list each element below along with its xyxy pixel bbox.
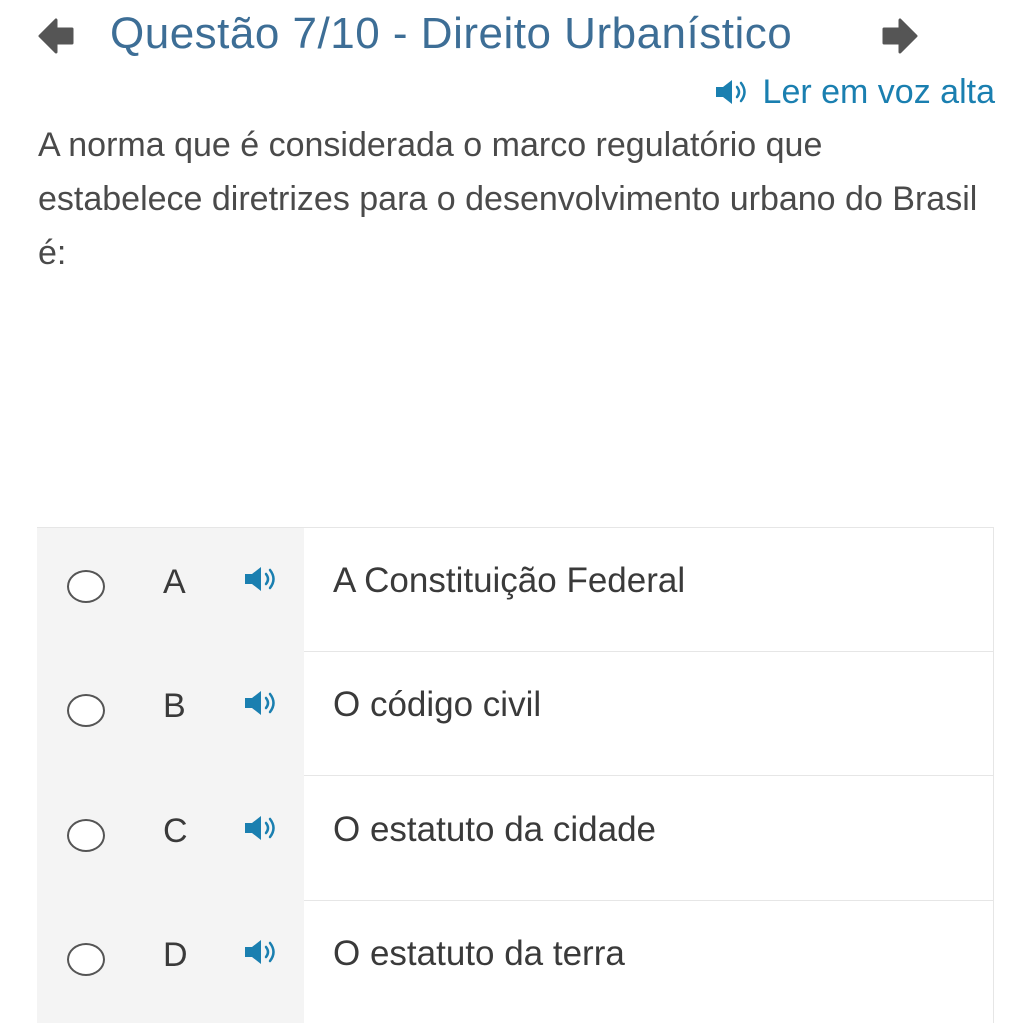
option-letter: C — [163, 812, 188, 850]
question-text: A norma que é considerada o marco regula… — [38, 126, 978, 272]
option-letter: B — [163, 687, 186, 725]
option-b[interactable]: B O código civil — [37, 652, 993, 776]
previous-question-button[interactable] — [36, 14, 76, 58]
arrow-right-icon — [882, 18, 918, 54]
radio-button[interactable] — [67, 943, 105, 976]
speaker-icon[interactable] — [242, 937, 282, 967]
speaker-icon — [713, 77, 753, 107]
header: Questão 7/10 - Direito Urbanístico — [0, 0, 1023, 75]
next-question-button[interactable] — [880, 14, 920, 58]
arrow-left-icon — [38, 18, 74, 54]
option-text: O código civil — [333, 685, 542, 724]
option-a[interactable]: A A Constituição Federal — [37, 528, 993, 652]
option-text: O estatuto da terra — [333, 934, 625, 973]
option-letter: D — [163, 936, 188, 974]
option-d[interactable]: D O estatuto da terra — [37, 901, 993, 1023]
read-aloud-label: Ler em voz alta — [762, 73, 995, 111]
option-text: A Constituição Federal — [333, 561, 686, 600]
question-page: Questão 7/10 - Direito Urbanístico Ler e… — [0, 0, 1023, 1023]
radio-button[interactable] — [67, 570, 105, 603]
read-aloud-button[interactable]: Ler em voz alta — [713, 70, 995, 114]
page-title: Questão 7/10 - Direito Urbanístico — [110, 9, 793, 58]
radio-button[interactable] — [67, 819, 105, 852]
option-letter: A — [163, 563, 186, 601]
option-c[interactable]: C O estatuto da cidade — [37, 777, 993, 901]
speaker-icon[interactable] — [242, 813, 282, 843]
divider — [304, 775, 993, 776]
radio-button[interactable] — [67, 694, 105, 727]
speaker-icon[interactable] — [242, 688, 282, 718]
options-list: A A Constituição Federal B O código civi… — [37, 527, 994, 1023]
option-text: O estatuto da cidade — [333, 810, 656, 849]
speaker-icon[interactable] — [242, 564, 282, 594]
